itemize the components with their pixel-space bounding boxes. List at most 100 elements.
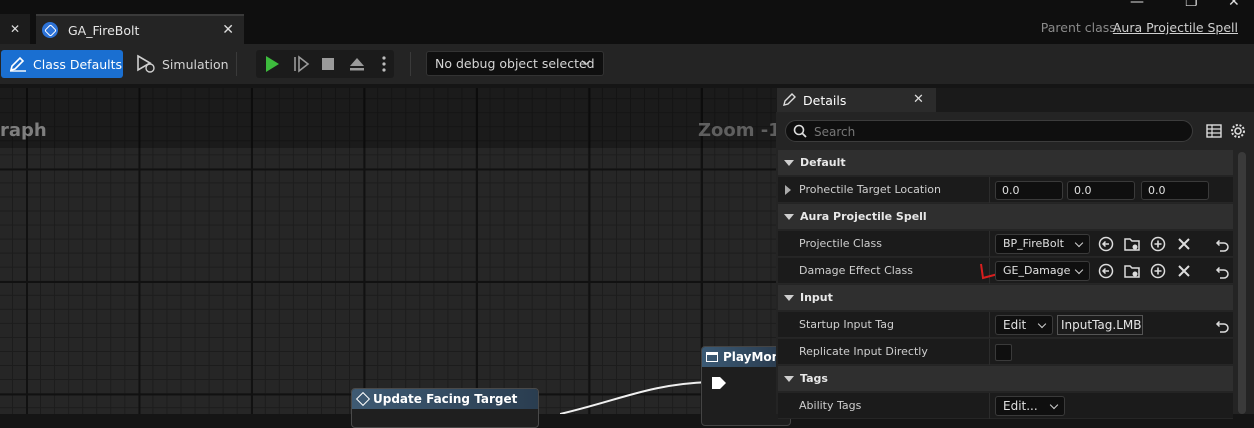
class-defaults-icon xyxy=(9,56,27,72)
exec-pin-icon[interactable] xyxy=(710,375,730,395)
property-label: Startup Input Tag xyxy=(799,318,894,331)
collapse-arrow-icon xyxy=(784,375,794,382)
zoom-label: Zoom -1 xyxy=(698,120,781,141)
category-default[interactable]: Default xyxy=(778,150,1233,175)
node-title: PlayMon xyxy=(723,350,781,364)
graph-header-overlay xyxy=(0,88,776,148)
clear-icon[interactable] xyxy=(1175,262,1193,280)
expand-arrow-icon[interactable] xyxy=(785,185,791,195)
tab-close-icon[interactable]: ✕ xyxy=(222,22,234,38)
restore-icon[interactable]: ❐ xyxy=(1185,0,1198,10)
category-input[interactable]: Input xyxy=(778,285,1233,310)
category-label: Tags xyxy=(800,372,828,385)
details-close-icon[interactable]: ✕ xyxy=(913,92,924,107)
location-y-field[interactable]: 0.0 xyxy=(1067,181,1135,200)
window-close-icon[interactable]: ✕ xyxy=(1228,0,1240,10)
simulation-button[interactable]: Simulation xyxy=(134,50,229,78)
property-label: Ability Tags xyxy=(799,399,862,412)
debug-object-label: No debug object selected xyxy=(435,56,595,71)
edit-label: Edit xyxy=(1003,318,1027,332)
previous-tab-close-button[interactable]: ✕ xyxy=(0,14,30,44)
combo-value: GE_Damage xyxy=(1003,264,1071,277)
function-icon xyxy=(355,391,371,407)
property-row-target-location: Prohectile Target Location 0.0 0.0 0.0 xyxy=(778,177,1233,203)
category-tags[interactable]: Tags xyxy=(778,366,1233,391)
browse-folder-icon[interactable] xyxy=(1123,235,1141,253)
parent-class-label: Parent class: xyxy=(1040,20,1120,35)
graph-title: raph xyxy=(0,120,47,141)
details-scrollbar[interactable] xyxy=(1238,152,1246,414)
blueprint-icon xyxy=(42,22,58,38)
search-input[interactable] xyxy=(812,123,1186,141)
edit-ability-tags-button[interactable]: Edit... xyxy=(995,396,1065,416)
tab-ga-firebolt[interactable]: GA_FireBolt ✕ xyxy=(36,14,244,44)
toolbar-divider xyxy=(410,52,411,76)
property-row-damage-effect-class: Damage Effect Class GE_Damage xyxy=(778,258,1233,284)
category-label: Default xyxy=(800,156,846,169)
play-icon[interactable] xyxy=(256,50,280,78)
browse-folder-icon[interactable] xyxy=(1123,262,1141,280)
reset-to-default-icon[interactable] xyxy=(1213,264,1231,282)
add-icon[interactable] xyxy=(1149,235,1167,253)
stop-icon[interactable] xyxy=(316,50,340,78)
simulation-label: Simulation xyxy=(162,56,229,72)
task-icon xyxy=(706,352,718,362)
reset-to-default-icon[interactable] xyxy=(1213,237,1231,255)
parent-class-link[interactable]: Aura Projectile Spell xyxy=(1113,20,1238,35)
property-row-ability-tags: Ability Tags Edit... xyxy=(778,393,1233,419)
row-divider xyxy=(989,231,990,257)
class-defaults-label: Class Defaults xyxy=(33,56,123,72)
category-label: Input xyxy=(800,291,833,304)
simulation-icon xyxy=(134,53,156,76)
edit-label: Edit... xyxy=(1003,399,1038,413)
toolbar-divider xyxy=(236,52,237,76)
node-update-facing-target[interactable]: Update Facing Target xyxy=(351,388,539,428)
class-defaults-button[interactable]: Class Defaults xyxy=(1,50,123,78)
property-label: Projectile Class xyxy=(799,237,882,250)
minimize-icon[interactable]: — xyxy=(1130,0,1144,10)
damage-effect-class-dropdown[interactable]: GE_Damage xyxy=(995,261,1090,281)
edit-tags-button[interactable]: Edit xyxy=(995,315,1053,335)
chevron-down-icon xyxy=(1049,400,1059,410)
chevron-down-icon xyxy=(1037,319,1047,329)
row-divider xyxy=(989,177,990,203)
exec-wire xyxy=(560,381,711,414)
chevron-down-icon xyxy=(1074,238,1084,248)
row-divider xyxy=(989,393,990,419)
use-selected-icon[interactable] xyxy=(1097,235,1115,253)
chevron-down-icon xyxy=(1074,265,1084,275)
details-pencil-icon xyxy=(783,92,797,109)
property-label: Prohectile Target Location xyxy=(799,183,941,196)
step-icon[interactable] xyxy=(285,50,309,78)
category-label: Aura Projectile Spell xyxy=(800,210,927,223)
combo-value: BP_FireBolt xyxy=(1003,237,1064,250)
projectile-class-dropdown[interactable]: BP_FireBolt xyxy=(995,234,1090,254)
property-row-projectile-class: Projectile Class BP_FireBolt xyxy=(778,231,1233,257)
debug-object-dropdown[interactable]: No debug object selected xyxy=(426,51,604,76)
details-search-box[interactable] xyxy=(785,120,1193,142)
add-icon[interactable] xyxy=(1149,262,1167,280)
table-view-icon[interactable] xyxy=(1206,124,1222,141)
location-x-field[interactable]: 0.0 xyxy=(995,181,1063,200)
row-divider xyxy=(989,312,990,338)
search-icon xyxy=(793,124,807,138)
property-row-replicate-input-directly: Replicate Input Directly xyxy=(778,339,1233,365)
eject-icon[interactable] xyxy=(345,50,369,78)
settings-gear-icon[interactable] xyxy=(1230,123,1246,142)
replicate-input-checkbox[interactable] xyxy=(995,344,1012,361)
collapse-arrow-icon xyxy=(784,159,794,166)
node-title: Update Facing Target xyxy=(373,392,518,406)
row-divider xyxy=(989,339,990,365)
tab-title: GA_FireBolt xyxy=(68,22,140,38)
location-z-field[interactable]: 0.0 xyxy=(1141,181,1209,200)
clear-icon[interactable] xyxy=(1175,235,1193,253)
category-aura-projectile-spell[interactable]: Aura Projectile Spell xyxy=(778,204,1233,229)
reset-to-default-icon[interactable] xyxy=(1213,318,1231,336)
more-options-icon[interactable] xyxy=(375,50,394,78)
gameplay-tag-chip[interactable]: InputTag.LMB xyxy=(1057,315,1143,335)
property-label: Damage Effect Class xyxy=(799,264,914,277)
details-tab-label: Details xyxy=(803,92,847,108)
property-label: Replicate Input Directly xyxy=(799,345,928,358)
use-selected-icon[interactable] xyxy=(1097,262,1115,280)
property-row-startup-input-tag: Startup Input Tag Edit InputTag.LMB xyxy=(778,312,1233,338)
